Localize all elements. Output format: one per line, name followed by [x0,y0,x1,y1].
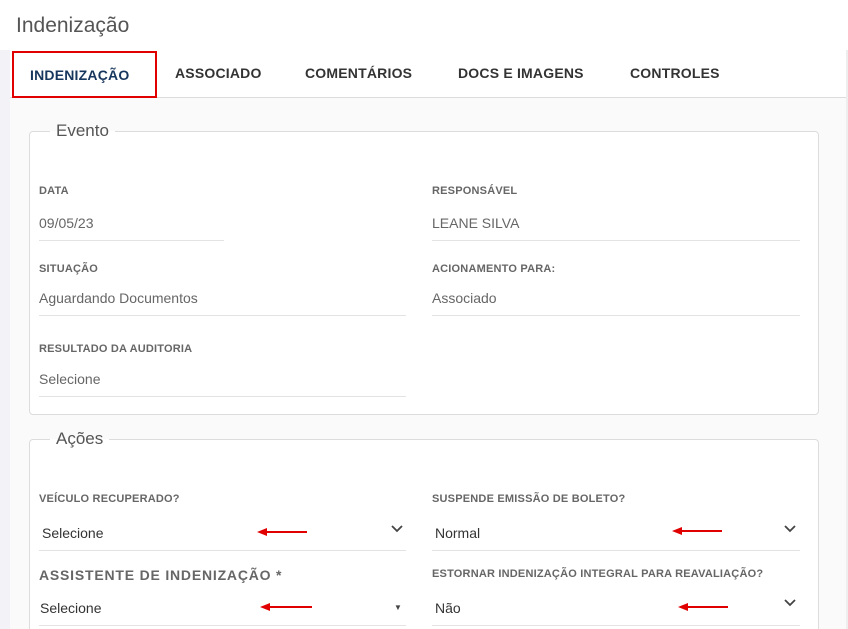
red-arrow-left-icon [672,527,722,535]
suspende-boleto-label: SUSPENDE EMISSÃO DE BOLETO? [432,493,626,505]
estornar-indenizacao-value: Não [435,600,461,616]
red-arrow-left-icon [260,603,312,611]
veiculo-recuperado-value: Selecione [42,525,104,541]
veiculo-underline [39,550,406,551]
tab-controles[interactable]: CONTROLES [630,51,720,98]
acoes-legend: Ações [56,429,104,448]
situacao-label: SITUAÇÃO [39,263,99,275]
page-title: Indenização [16,14,130,37]
estornar-underline [432,625,800,626]
situacao-underline [39,315,406,316]
assistente-indenizacao-value: Selecione [40,600,102,616]
chevron-down-icon [784,599,796,607]
responsavel-label: RESPONSÁVEL [432,185,518,197]
acionamento-underline [432,315,800,316]
evento-legend: Evento [56,121,109,140]
tab-associado[interactable]: ASSOCIADO [175,51,262,98]
estornar-indenizacao-select[interactable]: Não [432,592,800,625]
resultado-underline [39,396,406,397]
responsavel-value: LEANE SILVA [432,215,520,231]
responsavel-underline [432,240,800,241]
red-arrow-left-icon [257,528,307,536]
assistente-indenizacao-select[interactable]: Selecione ▼ [39,592,406,625]
caret-down-icon: ▼ [394,603,402,612]
suspende-boleto-value: Normal [435,525,481,541]
resultado-auditoria-select[interactable]: Selecione [39,371,101,387]
data-label: DATA [39,185,69,197]
suspende-underline [432,550,800,551]
tab-panel: Evento DATA 09/05/23 RESPONSÁVEL LEANE S… [10,98,846,629]
data-value: 09/05/23 [39,215,94,231]
situacao-value: Aguardando Documentos [39,290,198,306]
assistente-underline [39,625,406,626]
acionamento-label: ACIONAMENTO PARA: [432,263,556,275]
tab-docs-e-imagens[interactable]: DOCS E IMAGENS [458,51,584,98]
red-arrow-left-icon [678,603,728,611]
data-underline [39,240,224,241]
assistente-indenizacao-label: ASSISTENTE DE INDENIZAÇÃO * [39,567,283,583]
acoes-fieldset: Ações VEÍCULO RECUPERADO? Selecione SUSP… [29,430,819,629]
chevron-down-icon [391,525,403,533]
veiculo-recuperado-label: VEÍCULO RECUPERADO? [39,493,180,505]
left-edge [0,50,10,629]
veiculo-recuperado-select[interactable]: Selecione [39,516,406,550]
chevron-down-icon [784,525,796,533]
acionamento-value: Associado [432,290,497,306]
estornar-indenizacao-label: ESTORNAR INDENIZAÇÃO INTEGRAL PARA REAVA… [432,568,764,580]
tab-bar: INDENIZAÇÃO ASSOCIADO COMENTÁRIOS DOCS E… [10,51,846,98]
tab-comentarios[interactable]: COMENTÁRIOS [305,51,412,98]
suspende-boleto-select[interactable]: Normal [432,516,800,550]
resultado-auditoria-label: RESULTADO DA AUDITORIA [39,343,193,355]
tab-indenizacao[interactable]: INDENIZAÇÃO [12,51,157,98]
evento-fieldset: Evento DATA 09/05/23 RESPONSÁVEL LEANE S… [29,122,819,415]
